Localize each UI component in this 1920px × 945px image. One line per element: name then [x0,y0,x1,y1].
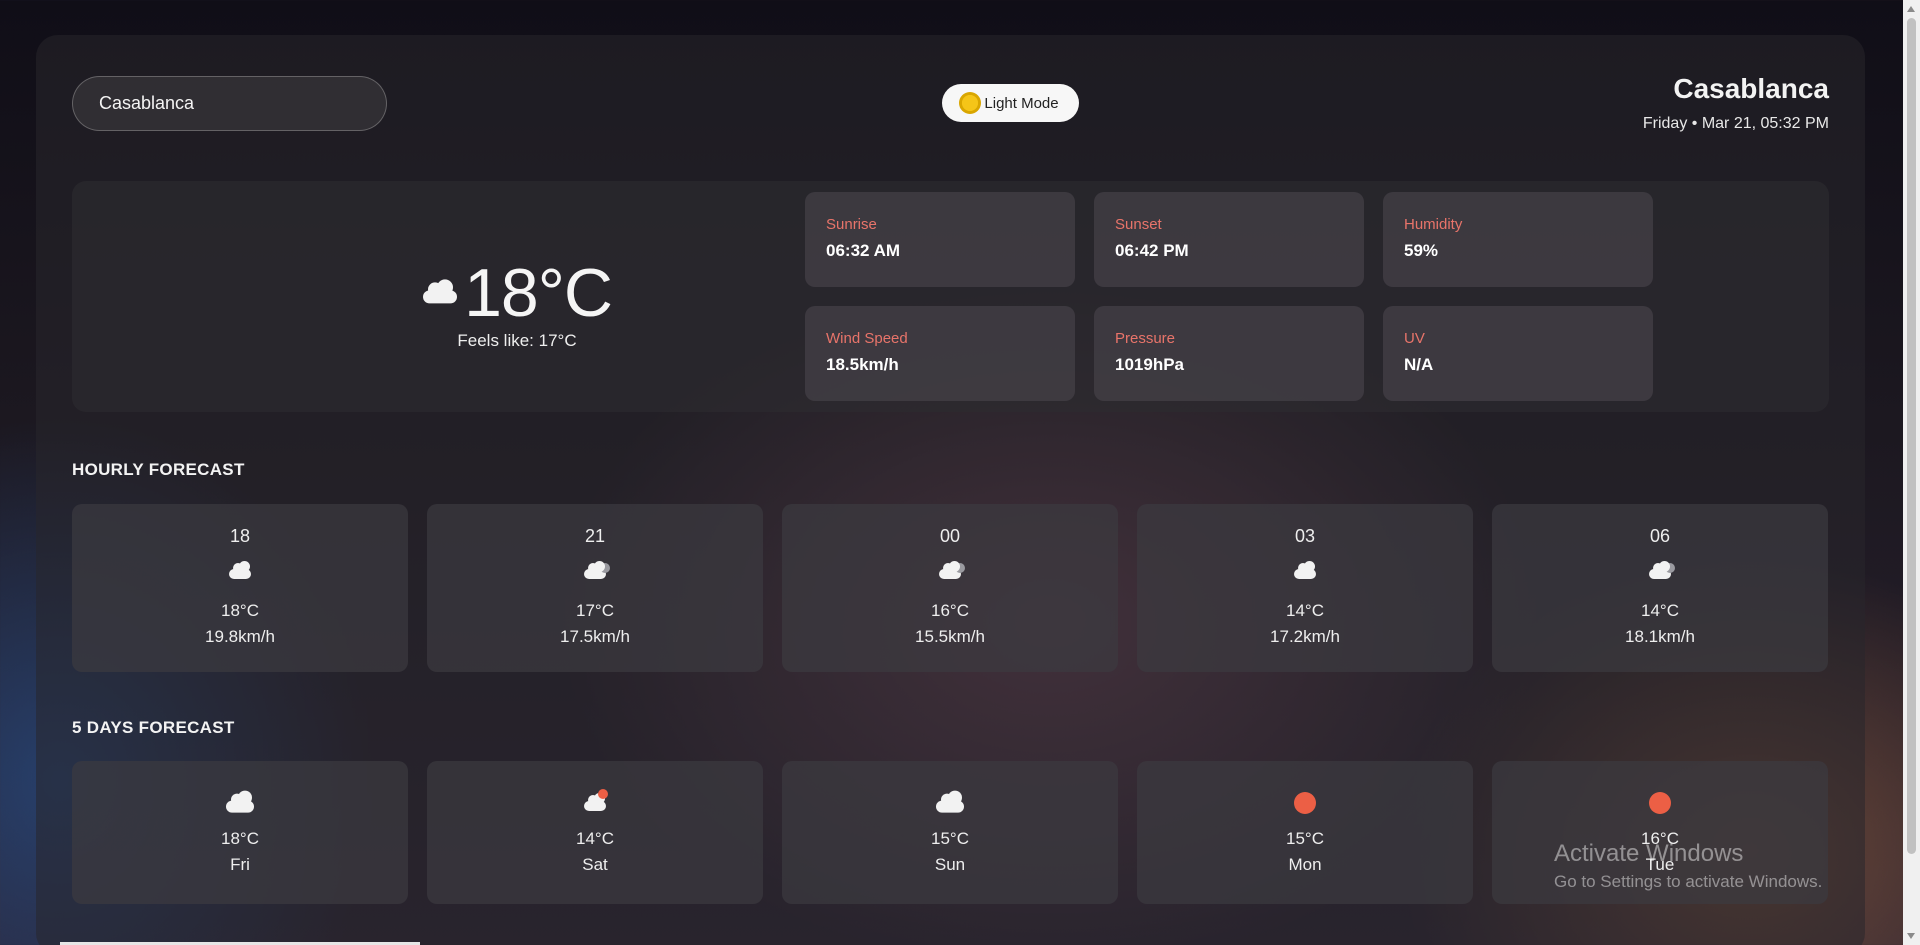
hourly-forecast-title: HOURLY FORECAST [72,460,245,479]
daily-card: 15°C Mon [1137,761,1473,904]
stat-card-wind-speed: Wind Speed 18.5km/h [805,306,1075,401]
hour-label: 00 [939,526,961,546]
watermark-title: Activate Windows [1554,840,1744,867]
cloud-icon [575,557,615,585]
day-name: Sat [582,855,608,874]
stat-value: 06:32 AM [826,241,901,260]
current-weather-panel: 18°C Feels like: 17°C Sunrise 06:32 AM S… [72,181,1829,412]
day-name: Fri [230,855,250,874]
hour-label: 03 [1294,526,1316,546]
cloud-icon [930,557,970,585]
stat-label: UV [1404,330,1425,347]
stat-value: 1019hPa [1115,355,1184,374]
day-name: Mon [1288,855,1322,874]
hourly-card: 03 14°C 17.2km/h [1137,504,1473,672]
cloud-icon [422,279,458,304]
watermark-subtitle: Go to Settings to activate Windows. [1554,872,1823,891]
hourly-card: 06 14°C 18.1km/h [1492,504,1828,672]
day-name: Sun [934,855,966,874]
stat-card-uv: UV N/A [1383,306,1653,401]
scrollbar-thumb[interactable] [1907,18,1916,854]
partly-sunny-icon [575,789,615,817]
theme-toggle-button[interactable]: Light Mode [942,84,1079,122]
stat-label: Wind Speed [826,330,908,347]
hourly-card: 00 16°C 15.5km/h [782,504,1118,672]
hour-label: 06 [1649,526,1671,546]
cloud-icon [930,789,970,817]
hour-temp: 14°C [1286,601,1324,620]
sun-icon [962,95,979,111]
current-temperature-block: 18°C Feels like: 17°C [422,255,613,351]
hour-temp: 18°C [221,601,259,620]
hour-wind: 19.8km/h [205,627,275,646]
cloud-icon [220,789,260,817]
day-temp: 18°C [221,829,259,848]
cloud-icon [220,557,260,585]
stat-value: 18.5km/h [826,355,899,374]
current-datetime: Friday • Mar 21, 05:32 PM [1642,115,1829,132]
stat-label: Humidity [1404,216,1463,233]
hour-temp: 16°C [931,601,969,620]
scroll-down-arrow-icon[interactable] [1907,933,1915,939]
feels-like: Feels like: 17°C [457,331,577,350]
location-header: Casablanca Friday • Mar 21, 05:32 PM [1643,73,1829,133]
stat-value: N/A [1404,355,1434,374]
hour-label: 21 [584,526,606,546]
daily-forecast-title: 5 DAYS FORECAST [72,718,235,737]
hour-wind: 17.5km/h [560,627,630,646]
stat-card-humidity: Humidity 59% [1383,192,1653,287]
sun-icon [1640,789,1680,817]
stat-value: 59% [1404,241,1439,260]
day-temp: 15°C [931,829,969,848]
stat-value: 06:42 PM [1115,241,1189,260]
vertical-scrollbar[interactable] [1903,0,1920,945]
city-search-input[interactable] [72,76,387,131]
stat-label: Pressure [1115,330,1176,347]
hourly-card: 21 17°C 17.5km/h [427,504,763,672]
cloud-icon [1285,557,1325,585]
hour-wind: 17.2km/h [1270,627,1340,646]
hourly-card: 18 18°C 19.8km/h [72,504,408,672]
hour-temp: 17°C [576,601,614,620]
daily-card: 14°C Sat [427,761,763,904]
theme-toggle-label: Light Mode [984,94,1059,112]
day-temp: 15°C [1286,829,1324,848]
weather-app: Light Mode Casablanca Friday • Mar 21, 0… [36,35,1865,945]
stat-card-sunset: Sunset 06:42 PM [1094,192,1364,287]
hour-temp: 14°C [1641,601,1679,620]
current-temperature: 18°C [464,255,613,331]
day-temp: 14°C [576,829,614,848]
stat-card-pressure: Pressure 1019hPa [1094,306,1364,401]
activate-windows-watermark: Activate Windows Go to Settings to activ… [1554,840,1822,892]
stat-label: Sunset [1115,216,1162,233]
cloud-icon [1640,557,1680,585]
daily-card: 15°C Sun [782,761,1118,904]
stat-label: Sunrise [826,216,877,233]
sun-icon [1285,789,1325,817]
scroll-up-arrow-icon[interactable] [1907,6,1915,12]
stat-card-sunrise: Sunrise 06:32 AM [805,192,1075,287]
hour-label: 18 [229,526,251,546]
city-name: Casablanca [1673,73,1829,104]
hour-wind: 15.5km/h [915,627,985,646]
daily-card: 18°C Fri [72,761,408,904]
hour-wind: 18.1km/h [1625,627,1695,646]
